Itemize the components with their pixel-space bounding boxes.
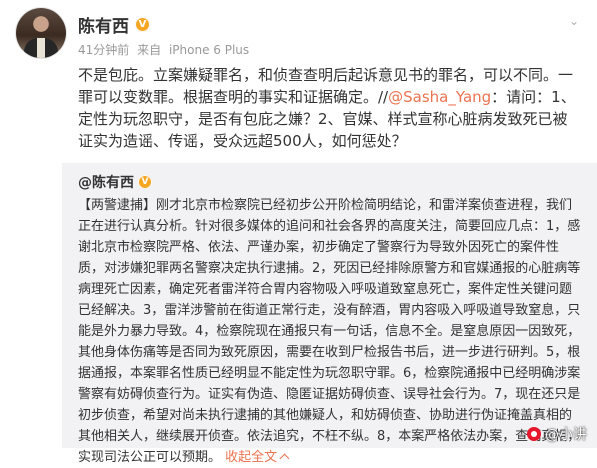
more-options-icon[interactable]: ⌄ xyxy=(567,14,581,28)
verified-badge-icon: V xyxy=(135,16,150,32)
quoted-header: @陈有西 V xyxy=(78,172,152,192)
author-name[interactable]: 陈有西 xyxy=(78,12,129,37)
post-avatar[interactable] xyxy=(16,8,66,58)
post-content: 不是包庇。立案嫌疑罪名，和侦查查明后起诉意见书的罪名，可以不同。一罪可以变数罪。… xyxy=(78,64,578,152)
quoted-post: @陈有西 V 【两警逮捕】刚才北京市检察院已经初步公开阶检简明结论，和雷洋案侦查… xyxy=(62,163,597,465)
quoted-text: 【两警逮捕】刚才北京市检察院已经初步公开阶检简明结论，和雷洋案侦查进程，我们正在… xyxy=(78,198,581,465)
weibo-logo-icon xyxy=(527,427,541,441)
collapse-text-link[interactable]: 收起全文 xyxy=(225,450,290,465)
avatar-shirt xyxy=(37,38,45,58)
post-source: iPhone 6 Plus xyxy=(168,43,250,57)
quoted-verified-badge-icon: V xyxy=(138,175,152,189)
quoted-author[interactable]: @陈有西 xyxy=(78,172,134,192)
chevron-up-icon xyxy=(279,453,290,464)
watermark-text: @小讲 xyxy=(545,427,587,443)
watermark: @小讲 xyxy=(527,424,587,444)
quoted-text-block: 【两警逮捕】刚才北京市检察院已经初步公开阶检简明结论，和雷洋案侦查进程，我们正在… xyxy=(78,195,584,468)
post-time[interactable]: 41分钟前 xyxy=(78,43,129,57)
source-prefix: 来自 xyxy=(137,43,162,57)
post-meta: 41分钟前 来自 iPhone 6 Plus xyxy=(78,41,249,58)
mention-link[interactable]: @Sasha_Yang xyxy=(388,88,491,106)
collapse-text-label: 收起全文 xyxy=(225,450,278,465)
post-header: 陈有西 V xyxy=(78,12,150,37)
